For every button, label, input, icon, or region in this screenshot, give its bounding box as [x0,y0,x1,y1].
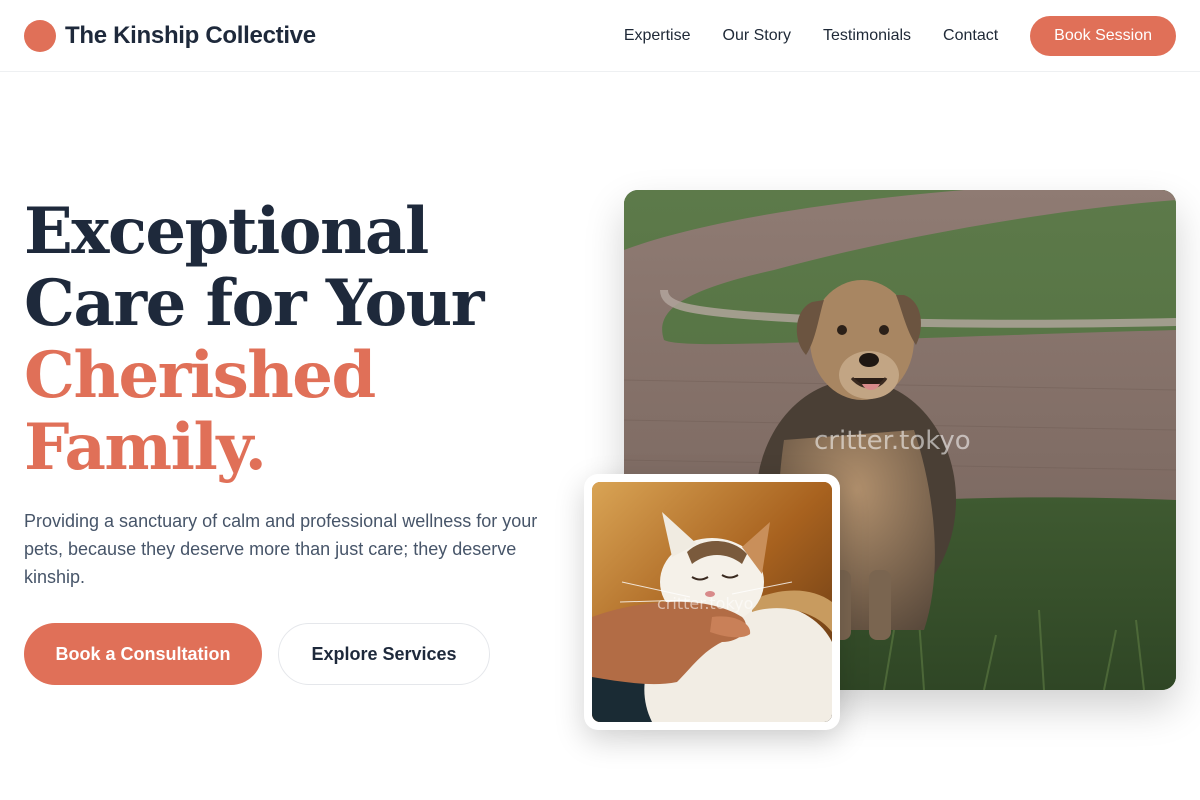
main-nav: Expertise Our Story Testimonials Contact… [624,15,1176,56]
explore-services-button[interactable]: Explore Services [278,623,490,685]
nav-link-testimonials[interactable]: Testimonials [823,27,911,45]
cat-photo-illustration [592,482,832,722]
hero-title-accent-line: Family. [24,410,267,485]
brand-logo-icon [24,19,56,52]
nav-link-expertise[interactable]: Expertise [624,27,691,45]
hero-title-accent-line: Cherished [24,338,376,413]
book-session-button[interactable]: Book Session [1030,15,1176,56]
hero-title: Exceptional Care for Your Cherished Fami… [24,196,584,484]
nav-link-our-story[interactable]: Our Story [723,27,791,45]
cat-photo: critter.tokyo [592,482,832,722]
book-consultation-button[interactable]: Book a Consultation [24,623,262,685]
hero-subtitle: Providing a sanctuary of calm and profes… [24,511,538,587]
site-header: The Kinship Collective Expertise Our Sto… [0,0,1200,72]
brand-name: The Kinship Collective [65,21,316,49]
brand-logo[interactable]: The Kinship Collective [24,19,316,52]
nav-link-contact[interactable]: Contact [943,27,998,45]
hero-title-line: Exceptional [24,194,429,269]
hero-title-line: Care for Your [24,266,484,341]
cat-photo-card: critter.tokyo [584,474,840,730]
